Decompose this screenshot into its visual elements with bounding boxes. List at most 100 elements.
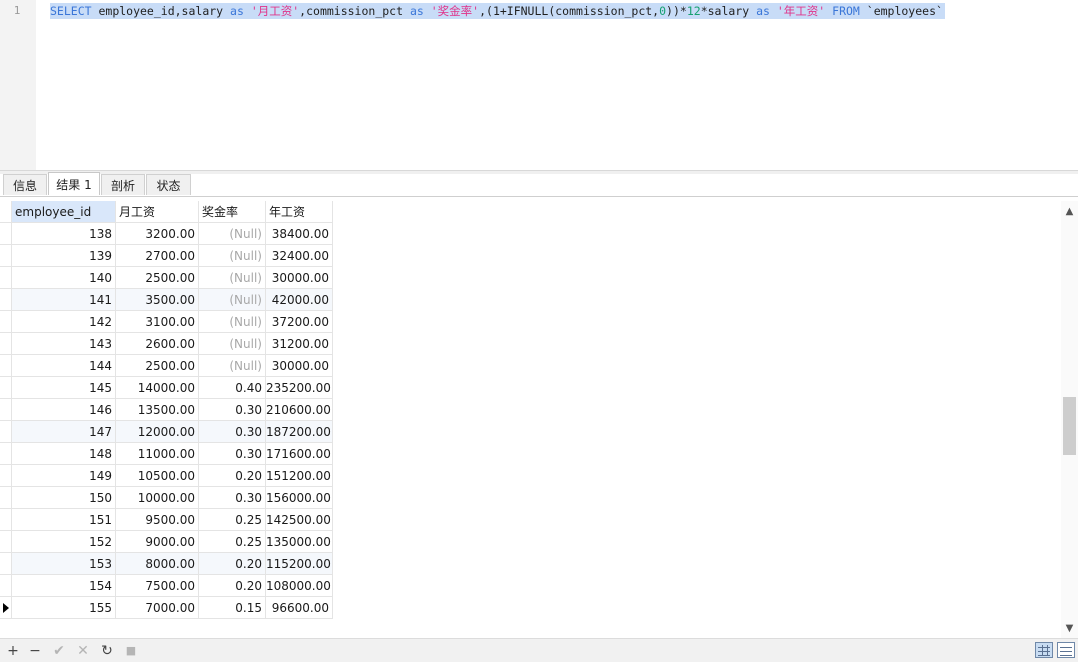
table-row[interactable]: 138 3200.00 (Null) 38400.00	[0, 223, 333, 245]
cell-employee-id[interactable]: 146	[12, 399, 116, 421]
cell-commission-rate[interactable]: 0.25	[199, 509, 266, 531]
tab-result-1[interactable]: 结果 1	[48, 172, 100, 195]
cell-commission-rate[interactable]: 0.30	[199, 487, 266, 509]
cell-employee-id[interactable]: 143	[12, 333, 116, 355]
cell-monthly-salary[interactable]: 8000.00	[116, 553, 199, 575]
row-indicator[interactable]	[0, 443, 12, 465]
table-row[interactable]: 141 3500.00 (Null) 42000.00	[0, 289, 333, 311]
column-header-employee-id[interactable]: employee_id	[12, 201, 116, 223]
cell-annual-salary[interactable]: 32400.00	[266, 245, 333, 267]
table-row[interactable]: 155 7000.00 0.15 96600.00	[0, 597, 333, 619]
cell-annual-salary[interactable]: 115200.00	[266, 553, 333, 575]
cell-employee-id[interactable]: 139	[12, 245, 116, 267]
form-view-icon[interactable]	[1057, 642, 1075, 658]
cell-monthly-salary[interactable]: 2700.00	[116, 245, 199, 267]
row-indicator[interactable]	[0, 333, 12, 355]
sql-editor[interactable]: 1 SELECT employee_id,salary as '月工资',com…	[0, 0, 1078, 170]
apply-changes-icon[interactable]: ✔	[50, 642, 68, 660]
cell-employee-id[interactable]: 138	[12, 223, 116, 245]
table-row[interactable]: 139 2700.00 (Null) 32400.00	[0, 245, 333, 267]
cell-monthly-salary[interactable]: 11000.00	[116, 443, 199, 465]
cell-monthly-salary[interactable]: 10500.00	[116, 465, 199, 487]
column-header-annual-salary[interactable]: 年工资	[266, 201, 333, 223]
scroll-up-icon[interactable]: ▲	[1061, 203, 1078, 220]
cell-commission-rate[interactable]: (Null)	[199, 245, 266, 267]
table-row[interactable]: 150 10000.00 0.30 156000.00	[0, 487, 333, 509]
cell-commission-rate[interactable]: (Null)	[199, 355, 266, 377]
cell-annual-salary[interactable]: 142500.00	[266, 509, 333, 531]
row-indicator[interactable]	[0, 355, 12, 377]
cell-commission-rate[interactable]: 0.25	[199, 531, 266, 553]
cell-monthly-salary[interactable]: 7000.00	[116, 597, 199, 619]
cell-commission-rate[interactable]: (Null)	[199, 311, 266, 333]
cell-annual-salary[interactable]: 151200.00	[266, 465, 333, 487]
cell-annual-salary[interactable]: 210600.00	[266, 399, 333, 421]
cell-monthly-salary[interactable]: 3500.00	[116, 289, 199, 311]
cell-annual-salary[interactable]: 38400.00	[266, 223, 333, 245]
cell-commission-rate[interactable]: 0.20	[199, 465, 266, 487]
cell-employee-id[interactable]: 147	[12, 421, 116, 443]
table-row[interactable]: 147 12000.00 0.30 187200.00	[0, 421, 333, 443]
cell-monthly-salary[interactable]: 3200.00	[116, 223, 199, 245]
cell-annual-salary[interactable]: 235200.00	[266, 377, 333, 399]
cell-monthly-salary[interactable]: 2500.00	[116, 267, 199, 289]
cell-employee-id[interactable]: 141	[12, 289, 116, 311]
table-row[interactable]: 145 14000.00 0.40 235200.00	[0, 377, 333, 399]
cell-employee-id[interactable]: 148	[12, 443, 116, 465]
cell-monthly-salary[interactable]: 12000.00	[116, 421, 199, 443]
sql-query-line[interactable]: SELECT employee_id,salary as '月工资',commi…	[50, 3, 945, 19]
cell-monthly-salary[interactable]: 13500.00	[116, 399, 199, 421]
cell-monthly-salary[interactable]: 9000.00	[116, 531, 199, 553]
cell-employee-id[interactable]: 151	[12, 509, 116, 531]
cell-monthly-salary[interactable]: 10000.00	[116, 487, 199, 509]
cell-annual-salary[interactable]: 30000.00	[266, 355, 333, 377]
grid-view-icon[interactable]	[1035, 642, 1053, 658]
table-row[interactable]: 149 10500.00 0.20 151200.00	[0, 465, 333, 487]
cell-employee-id[interactable]: 155	[12, 597, 116, 619]
cell-commission-rate[interactable]: (Null)	[199, 289, 266, 311]
cell-annual-salary[interactable]: 156000.00	[266, 487, 333, 509]
table-row[interactable]: 142 3100.00 (Null) 37200.00	[0, 311, 333, 333]
cell-commission-rate[interactable]: 0.30	[199, 443, 266, 465]
tab-profile[interactable]: 剖析	[101, 174, 145, 195]
cell-commission-rate[interactable]: (Null)	[199, 267, 266, 289]
cell-annual-salary[interactable]: 135000.00	[266, 531, 333, 553]
vertical-scrollbar[interactable]: ▲ ▼	[1061, 201, 1078, 638]
table-row[interactable]: 152 9000.00 0.25 135000.00	[0, 531, 333, 553]
table-row[interactable]: 140 2500.00 (Null) 30000.00	[0, 267, 333, 289]
table-row[interactable]: 146 13500.00 0.30 210600.00	[0, 399, 333, 421]
row-indicator[interactable]	[0, 289, 12, 311]
cell-monthly-salary[interactable]: 3100.00	[116, 311, 199, 333]
scroll-down-icon[interactable]: ▼	[1061, 620, 1078, 637]
scrollbar-thumb[interactable]	[1063, 397, 1076, 455]
tab-info[interactable]: 信息	[3, 174, 47, 195]
row-indicator[interactable]	[0, 267, 12, 289]
cell-employee-id[interactable]: 149	[12, 465, 116, 487]
current-row-indicator-icon[interactable]	[0, 597, 12, 619]
table-row[interactable]: 144 2500.00 (Null) 30000.00	[0, 355, 333, 377]
cell-monthly-salary[interactable]: 2500.00	[116, 355, 199, 377]
cell-employee-id[interactable]: 153	[12, 553, 116, 575]
cell-annual-salary[interactable]: 42000.00	[266, 289, 333, 311]
column-header-monthly-salary[interactable]: 月工资	[116, 201, 199, 223]
cell-commission-rate[interactable]: 0.30	[199, 399, 266, 421]
row-indicator[interactable]	[0, 421, 12, 443]
column-header-commission-rate[interactable]: 奖金率	[199, 201, 266, 223]
cell-commission-rate[interactable]: 0.20	[199, 553, 266, 575]
cell-employee-id[interactable]: 142	[12, 311, 116, 333]
cell-commission-rate[interactable]: (Null)	[199, 223, 266, 245]
row-indicator[interactable]	[0, 399, 12, 421]
cell-employee-id[interactable]: 145	[12, 377, 116, 399]
cell-commission-rate[interactable]: 0.20	[199, 575, 266, 597]
row-indicator[interactable]	[0, 465, 12, 487]
delete-record-icon[interactable]: −	[26, 642, 44, 660]
cell-employee-id[interactable]: 154	[12, 575, 116, 597]
cell-monthly-salary[interactable]: 9500.00	[116, 509, 199, 531]
cell-annual-salary[interactable]: 108000.00	[266, 575, 333, 597]
tab-status[interactable]: 状态	[146, 174, 191, 195]
cell-annual-salary[interactable]: 96600.00	[266, 597, 333, 619]
row-indicator[interactable]	[0, 531, 12, 553]
row-indicator[interactable]	[0, 509, 12, 531]
cell-employee-id[interactable]: 140	[12, 267, 116, 289]
row-indicator[interactable]	[0, 553, 12, 575]
